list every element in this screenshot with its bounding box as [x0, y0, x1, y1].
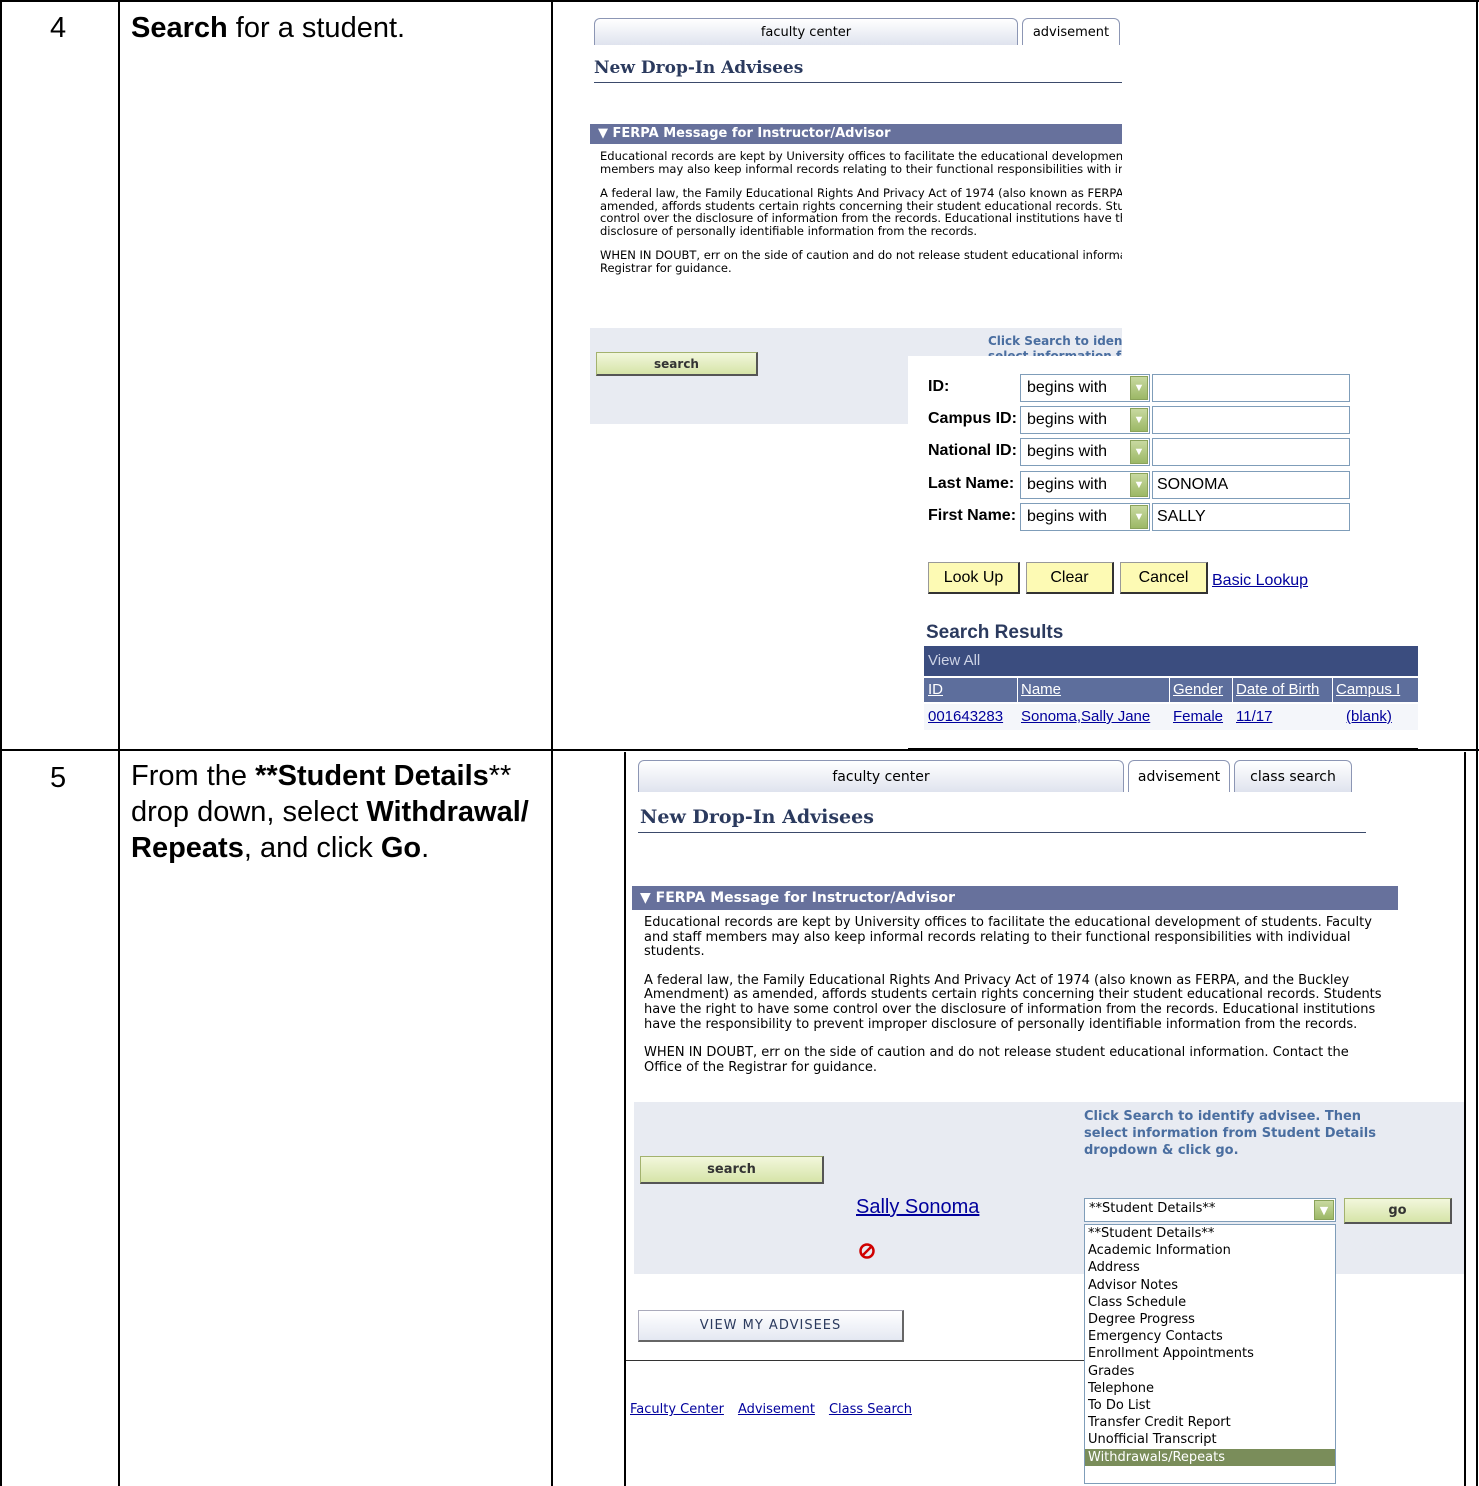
student-name-link[interactable]: Sally Sonoma	[856, 1196, 979, 1219]
basic-lookup-link[interactable]: Basic Lookup	[1212, 572, 1308, 590]
dropdown-option[interactable]: **Student Details**	[1088, 1225, 1335, 1242]
id-label: ID:	[928, 378, 950, 395]
first-name-label: First Name:	[928, 507, 1017, 524]
column-header-id[interactable]: ID	[928, 681, 943, 698]
chevron-down-icon: ▼	[1130, 440, 1148, 464]
footer-links: Faculty Center Advisement Class Search	[630, 1402, 926, 1417]
table-border-col2	[551, 0, 553, 1486]
step-number: 4	[50, 12, 67, 44]
dropdown-option[interactable]: Unofficial Transcript	[1088, 1431, 1335, 1448]
dropdown-option-withdrawals-repeats[interactable]: Withdrawals/Repeats	[1085, 1448, 1335, 1466]
dropdown-option[interactable]: Class Schedule	[1088, 1294, 1335, 1311]
table-border-top	[0, 0, 1479, 2]
column-header-dob[interactable]: Date of Birth	[1236, 681, 1319, 698]
instruction-table: 4 Search for a student. 5 From the **Stu…	[0, 0, 1479, 1486]
chevron-down-icon: ▼	[1130, 473, 1148, 497]
first-name-input[interactable]: SALLY	[1152, 503, 1350, 531]
go-button[interactable]: go	[1344, 1198, 1452, 1224]
chevron-down-icon: ▼	[1314, 1200, 1334, 1220]
table-row[interactable]: 001643283 Sonoma,Sally Jane Female 11/17…	[924, 704, 1418, 730]
table-border-right	[1476, 0, 1478, 1486]
result-campus-id[interactable]: (blank)	[1346, 708, 1392, 725]
tab-class-search[interactable]: class search	[1234, 760, 1352, 792]
id-input[interactable]	[1152, 374, 1350, 402]
tab-faculty-center[interactable]: faculty center	[594, 18, 1018, 45]
look-up-button[interactable]: Look Up	[928, 562, 1020, 594]
search-button[interactable]: search	[596, 352, 758, 376]
result-gender[interactable]: Female	[1173, 708, 1223, 725]
column-header-gender[interactable]: Gender	[1173, 681, 1223, 698]
chevron-down-icon: ▼	[1130, 376, 1148, 400]
chevron-down-icon: ▼	[1130, 505, 1148, 529]
dropdown-option[interactable]: Degree Progress	[1088, 1311, 1335, 1328]
dropdown-option[interactable]: Emergency Contacts	[1088, 1328, 1335, 1345]
last-name-input[interactable]: SONOMA	[1152, 471, 1350, 499]
results-header-row: ID Name Gender Date of Birth Campus I	[924, 678, 1418, 702]
chevron-down-icon: ▼	[1130, 408, 1148, 432]
national-id-input[interactable]	[1152, 438, 1350, 466]
step-instruction: Search for a student.	[131, 12, 406, 44]
result-name[interactable]: Sonoma,Sally Jane	[1021, 708, 1150, 725]
column-divider	[1169, 678, 1170, 702]
screenshot-student-details: faculty center advisement class search N…	[624, 752, 1466, 1486]
column-divider	[1232, 678, 1233, 702]
dropdown-option[interactable]: Address	[1088, 1259, 1335, 1276]
search-button[interactable]: search	[640, 1156, 824, 1184]
dropdown-option[interactable]: Transfer Credit Report	[1088, 1414, 1335, 1431]
column-header-name[interactable]: Name	[1021, 681, 1061, 698]
result-id[interactable]: 001643283	[928, 708, 1003, 725]
first-name-operator-select[interactable]: begins with ▼	[1020, 503, 1150, 531]
student-details-select[interactable]: **Student Details** ▼	[1084, 1198, 1336, 1222]
national-id-label: National ID:	[928, 442, 1017, 459]
tab-faculty-center[interactable]: faculty center	[638, 760, 1124, 792]
ferpa-message: Educational records are kept by Universi…	[644, 916, 1382, 1075]
last-name-label: Last Name:	[928, 475, 1015, 492]
dropdown-option[interactable]: Enrollment Appointments	[1088, 1345, 1335, 1362]
ferpa-header[interactable]: ▼ FERPA Message for Instructor/Advisor	[632, 886, 1398, 910]
tab-advisement[interactable]: advisement	[1022, 18, 1120, 45]
campus-id-operator-select[interactable]: begins with ▼	[1020, 406, 1150, 434]
footer-link-advisement[interactable]: Advisement	[738, 1402, 815, 1417]
dropdown-option[interactable]: Advisor Notes	[1088, 1277, 1335, 1294]
view-all-bar: View All	[924, 646, 1418, 676]
column-divider	[1017, 678, 1018, 702]
no-entry-icon	[858, 1242, 876, 1260]
ferpa-message: Educational records are kept by Universi…	[600, 150, 1122, 275]
step-number: 5	[50, 762, 67, 794]
title-rule	[594, 82, 1122, 83]
id-operator-select[interactable]: begins with ▼	[1020, 374, 1150, 402]
footer-rule	[626, 1360, 1084, 1361]
campus-id-label: Campus ID:	[928, 410, 1017, 427]
table-border-col1	[118, 0, 120, 1486]
page-title: New Drop-In Advisees	[640, 806, 874, 828]
view-my-advisees-button[interactable]: VIEW MY ADVISEES	[638, 1310, 904, 1342]
title-rule	[638, 832, 1366, 833]
ferpa-header[interactable]: ▼ FERPA Message for Instructor/Advisor	[590, 124, 1122, 144]
campus-id-input[interactable]	[1152, 406, 1350, 434]
dropdown-option[interactable]: Grades	[1088, 1363, 1335, 1380]
last-name-operator-select[interactable]: begins with ▼	[1020, 471, 1150, 499]
result-dob[interactable]: 11/17	[1236, 708, 1272, 725]
search-results-title: Search Results	[926, 622, 1064, 643]
footer-link-class-search[interactable]: Class Search	[829, 1402, 912, 1417]
clear-button[interactable]: Clear	[1026, 562, 1114, 594]
cancel-button[interactable]: Cancel	[1120, 562, 1208, 594]
view-all-link[interactable]: View All	[928, 652, 980, 669]
lookup-dialog: ID: begins with ▼ Campus ID: begins with ▼…	[908, 356, 1418, 750]
tab-advisement[interactable]: advisement	[1128, 760, 1230, 792]
dropdown-option[interactable]: Telephone	[1088, 1380, 1335, 1397]
page-title: New Drop-In Advisees	[594, 58, 804, 78]
dropdown-option[interactable]: To Do List	[1088, 1397, 1335, 1414]
national-id-operator-select[interactable]: begins with ▼	[1020, 438, 1150, 466]
student-details-dropdown-list: **Student Details** Academic Information…	[1084, 1224, 1336, 1484]
footer-link-faculty-center[interactable]: Faculty Center	[630, 1402, 724, 1417]
search-hint: Click Search to identify advisee. Then s…	[1084, 1109, 1376, 1158]
column-header-campus-id[interactable]: Campus I	[1336, 681, 1400, 698]
column-divider	[1332, 678, 1333, 702]
step-instruction: From the **Student Details** drop down, …	[131, 760, 529, 864]
table-border-left	[0, 0, 2, 1486]
dialog-bottom-edge	[908, 748, 1418, 750]
dropdown-option[interactable]: Academic Information	[1088, 1242, 1335, 1259]
